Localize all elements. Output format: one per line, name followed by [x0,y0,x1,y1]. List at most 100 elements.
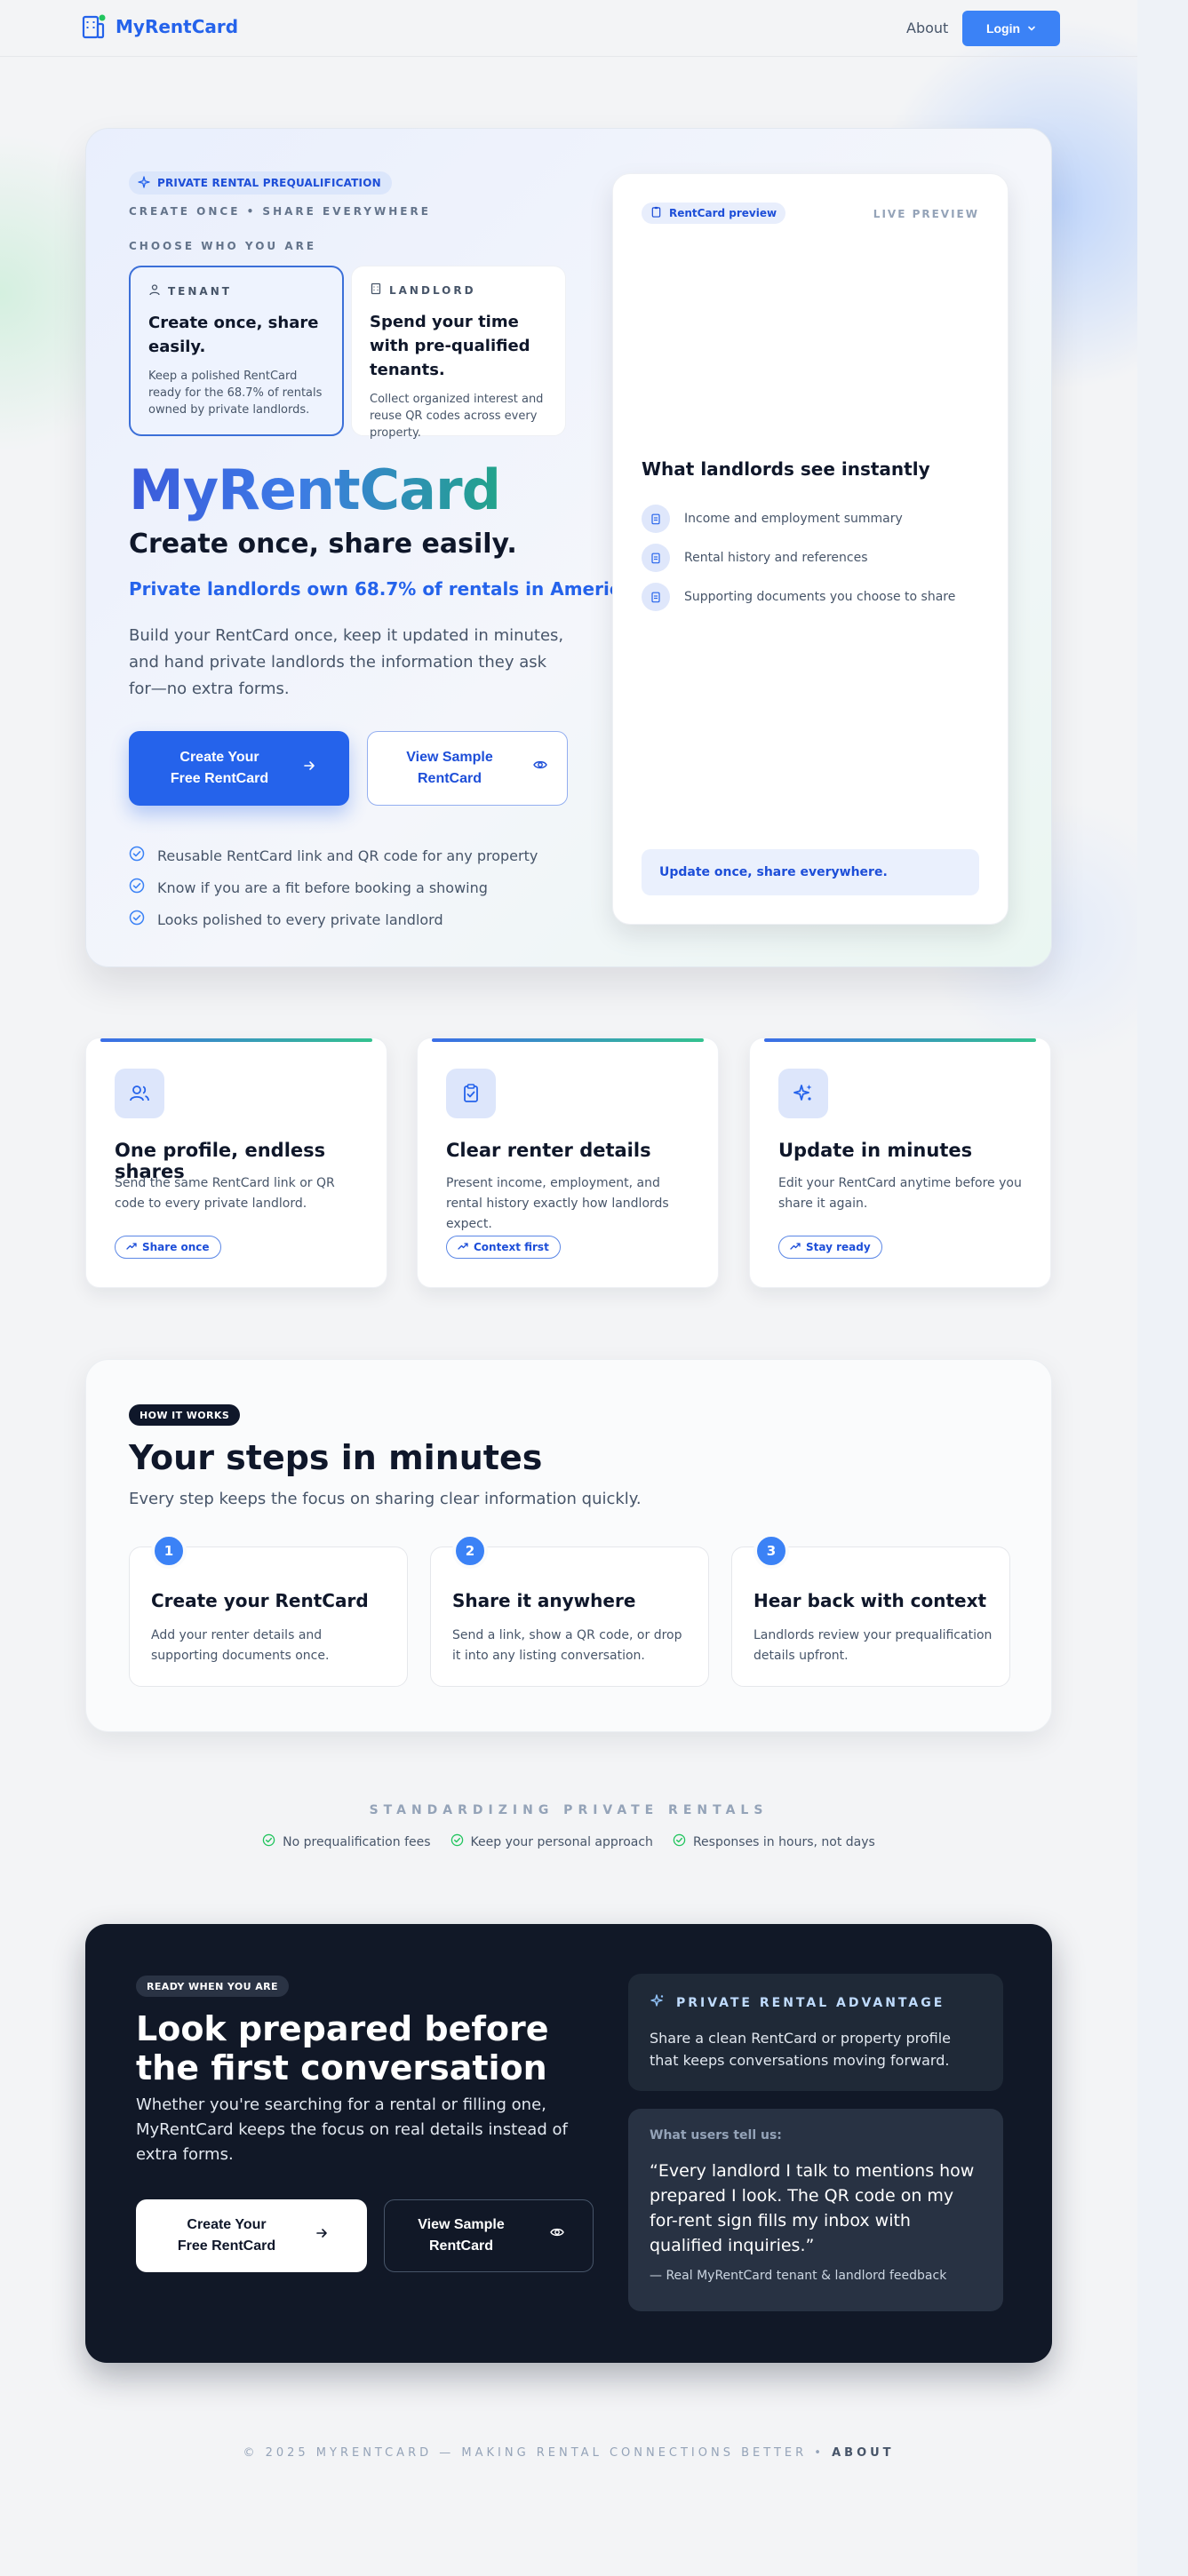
create-rentcard-button[interactable]: Create Your Free RentCard [136,2199,367,2272]
choose-role-label: CHOOSE WHO YOU ARE [129,240,317,252]
standardizing-item: No prequalification fees [262,1833,431,1850]
button-label: Create Your Free RentCard [177,2217,276,2254]
check-item: Looks polished to every private landlord [129,903,538,935]
role-tag: LANDLORD [370,282,547,298]
feature-accent-bar [432,1038,704,1042]
standardizing-list: No prequalification fees Keep your perso… [0,1833,1137,1850]
user-icon [148,283,161,298]
feature-desc: Edit your RentCard anytime before you sh… [778,1176,1022,1211]
standardizing-item: Keep your personal approach [450,1833,653,1850]
trending-up-icon [790,1241,801,1254]
footer-about-link[interactable]: ABOUT [832,2446,894,2460]
check-text: Looks polished to every private landlord [157,910,443,928]
view-sample-button[interactable]: View Sample RentCard [384,2199,594,2272]
brand-link[interactable]: MyRentCard [78,12,238,41]
hero-section: PRIVATE RENTAL PREQUALIFICATION CREATE O… [85,128,1052,967]
step-desc: Landlords review your prequalification d… [753,1628,993,1663]
check-item: Know if you are a fit before booking a s… [129,871,538,903]
preview-item-label: Supporting documents you choose to share [684,590,956,604]
role-tag-label: LANDLORD [389,283,476,297]
clipboard-icon [642,544,670,572]
preview-item: Rental history and references [642,538,955,577]
footer-copyright: © 2025 MYRENTCARD — MAKING RENTAL CONNEC… [243,2446,825,2460]
testimonial-quote: “Every landlord I talk to mentions how p… [650,2161,975,2255]
testimonial-source: — Real MyRentCard tenant & landlord feed… [650,2269,947,2283]
advantage-card: PRIVATE RENTAL ADVANTAGE Share a clean R… [628,1974,1003,2091]
section-badge: READY WHEN YOU ARE [136,1976,289,1997]
feature-chip-label: Context first [474,1241,549,1253]
preview-item: Income and employment summary [642,499,955,538]
feature-chip-label: Share once [142,1241,210,1253]
chevron-down-icon [1027,21,1036,36]
view-sample-button[interactable]: View Sample RentCard [367,731,568,806]
nav-about-link[interactable]: About [906,20,948,36]
login-label: Login [985,21,1021,36]
live-preview-label: LIVE PREVIEW [873,208,979,220]
create-rentcard-button[interactable]: Create Your Free RentCard [129,731,349,806]
hero-checklist: Reusable RentCard link and QR code for a… [129,839,538,935]
testimonial-label: What users tell us: [650,2128,782,2143]
rentcard-preview-card: RentCard preview LIVE PREVIEW What landl… [612,173,1009,925]
feature-accent-bar [100,1038,372,1042]
hero-eyebrow: CREATE ONCE • SHARE EVERYWHERE [129,205,431,218]
sparkles-icon [778,1069,828,1118]
check-text: Know if you are a fit before booking a s… [157,879,488,896]
feature-chip-label: Stay ready [806,1241,871,1253]
trending-up-icon [458,1241,468,1254]
section-subtitle: Every step keeps the focus on sharing cl… [129,1490,642,1508]
preview-item-label: Rental history and references [684,551,868,565]
brand-name: MyRentCard [116,16,239,37]
section-badge: HOW IT WORKS [129,1404,241,1426]
how-it-works-section: HOW IT WORKS Your steps in minutes Every… [85,1359,1052,1732]
preview-list: Income and employment summary Rental his… [642,499,955,616]
step-desc: Send a link, show a QR code, or drop it … [452,1628,682,1663]
preview-item: Supporting documents you choose to share [642,577,955,616]
clipboard-icon [642,505,670,533]
arrow-right-icon [315,2225,328,2246]
feature-desc: Present income, employment, and rental h… [446,1176,669,1231]
button-label: View Sample RentCard [418,2217,505,2254]
check-text: Reusable RentCard link and QR code for a… [157,847,538,864]
page: MyRentCard About Login PRIVATE RENTAL PR… [0,0,1137,2576]
feature-title: Clear renter details [446,1140,651,1161]
step-card: 1 Create your RentCard Add your renter d… [129,1533,408,1687]
clipboard-icon [650,206,662,220]
hero-subtitle: Create once, share easily. [129,529,517,560]
step-desc: Add your renter details and supporting d… [151,1628,330,1663]
hero-title: MyRentCard [129,457,501,522]
trending-up-icon [126,1241,137,1254]
step-card: 2 Share it anywhere Send a link, show a … [430,1533,709,1687]
cta-title: Look prepared before the first conversat… [136,2009,549,2087]
role-card-tenant[interactable]: TENANT Create once, share easily. Keep a… [129,266,344,436]
advantage-heading: PRIVATE RENTAL ADVANTAGE [650,1993,982,2013]
check-item: Reusable RentCard link and QR code for a… [129,839,538,871]
footer: © 2025 MYRENTCARD — MAKING RENTAL CONNEC… [0,2446,1137,2460]
step-number: 1 [151,1533,187,1569]
check-circle-icon [262,1833,275,1850]
step-title: Hear back with context [753,1590,987,1611]
check-circle-icon [129,878,145,897]
eye-icon [533,758,547,779]
clipboard-check-icon [446,1069,496,1118]
building-logo-icon [78,12,107,41]
cta-section: READY WHEN YOU ARE Look prepared before … [85,1924,1052,2363]
role-title: Spend your time with pre-qualified tenan… [370,313,530,379]
feature-card: One profile, endless shares Send the sam… [85,1038,387,1288]
login-button[interactable]: Login [962,11,1060,46]
preview-item-label: Income and employment summary [684,512,903,526]
top-nav: MyRentCard About Login [0,0,1137,57]
role-tag-label: TENANT [168,284,232,298]
step-title: Create your RentCard [151,1590,369,1611]
role-card-landlord[interactable]: LANDLORD Spend your time with pre-qualif… [351,266,566,440]
hero-stat: Private landlords own 68.7% of rentals i… [129,578,639,600]
preview-tag: RentCard preview [642,203,786,224]
button-label: View Sample RentCard [406,750,493,786]
standardizing-label: No prequalification fees [283,1834,431,1849]
users-icon [115,1069,164,1118]
role-title: Create once, share easily. [148,314,319,356]
feature-title: Update in minutes [778,1140,973,1161]
preview-footer: Update once, share everywhere. [642,849,979,895]
standardizing-label: Keep your personal approach [470,1834,653,1849]
feature-chip: Stay ready [778,1236,882,1259]
feature-desc: Send the same RentCard link or QR code t… [115,1176,335,1211]
